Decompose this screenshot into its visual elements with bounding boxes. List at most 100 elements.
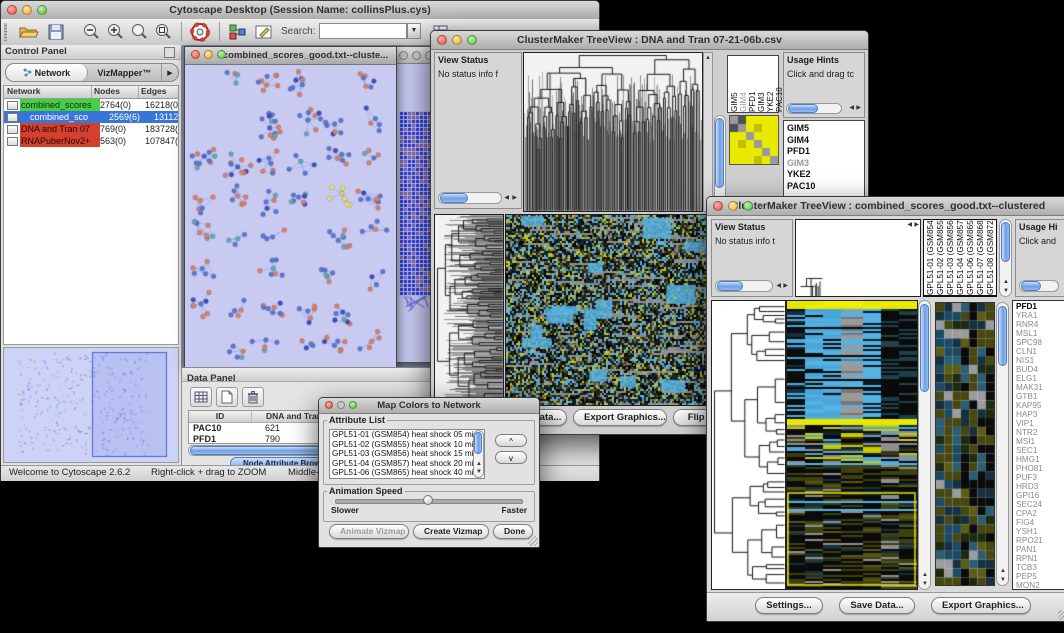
tv2-labels-vscrollbar[interactable]: ▲ ▼	[999, 219, 1012, 297]
search-input[interactable]	[319, 23, 407, 39]
tv1-gene-label[interactable]: GIM3	[787, 158, 864, 170]
tv2-gene-label[interactable]: PFD1	[1016, 302, 1064, 311]
tv2-hints-hscrollbar[interactable]	[1019, 280, 1059, 292]
tv2-gene-label[interactable]: CPA2	[1016, 509, 1064, 518]
close-button[interactable]	[191, 50, 200, 59]
tv2-gene-label[interactable]: VIP1	[1016, 419, 1064, 428]
save-icon[interactable]	[45, 22, 67, 42]
minimize-button[interactable]	[728, 201, 738, 211]
scroll-up-icon[interactable]: ▲	[1003, 279, 1009, 285]
network-table-row[interactable]: combined_scores 2764(0) 16218(0)	[4, 99, 178, 111]
tv2-gene-label[interactable]: ELG1	[1016, 374, 1064, 383]
zoom-button[interactable]	[349, 401, 357, 409]
tv1-correlation-matrix[interactable]	[729, 115, 779, 165]
attribute-list-item[interactable]: GPL51-07 (GSM868) heat shock 60 min	[330, 478, 484, 480]
tv2-gene-label[interactable]: PAN1	[1016, 545, 1064, 554]
tv1-column-label[interactable]: GIM5	[730, 56, 739, 112]
attribute-list-item[interactable]: GPL51-01 (GSM854) heat shock 05 min	[330, 430, 484, 440]
tv2-gene-label[interactable]: NTR2	[1016, 428, 1064, 437]
tv1-column-label[interactable]: GIM3	[757, 56, 766, 112]
tv1-row-dendrogram[interactable]	[434, 214, 504, 406]
col-header-network[interactable]: Network	[4, 86, 92, 98]
zoom-button[interactable]	[743, 201, 753, 211]
tv2-gene-label[interactable]: HRD3	[1016, 482, 1064, 491]
tv2-zoom-vscrollbar[interactable]: ▲ ▼	[996, 302, 1009, 586]
network-view-1-canvas[interactable]	[185, 65, 394, 368]
new-attribute-button[interactable]	[216, 387, 238, 407]
tv2-gene-label[interactable]: GTB1	[1016, 392, 1064, 401]
tv2-gene-label[interactable]: BUD4	[1016, 365, 1064, 374]
network-table-row[interactable]: RNAPuberNov2+ 563(0) 107847(0)	[4, 135, 178, 147]
tv1-column-dendrogram[interactable]	[523, 52, 703, 212]
tv2-gene-label[interactable]: YSH1	[1016, 527, 1064, 536]
attribute-listbox[interactable]: GPL51-01 (GSM854) heat shock 05 minGPL51…	[329, 429, 485, 479]
scroll-left-icon[interactable]: ◀	[776, 283, 781, 289]
open-file-icon[interactable]	[17, 22, 39, 42]
resize-grip[interactable]	[528, 536, 538, 546]
attribute-list-item[interactable]: GPL51-02 (GSM855) heat shock 10 min	[330, 440, 484, 450]
zoom-fit-icon[interactable]	[129, 22, 149, 42]
network-table-row[interactable]: DNA and Tran 07 769(0) 183728(0)	[4, 123, 178, 135]
network-overview-thumbnail[interactable]	[4, 348, 178, 462]
scroll-right-icon[interactable]: ▶	[914, 222, 919, 228]
col-header-nodes[interactable]: Nodes	[92, 86, 139, 98]
tv2-column-label[interactable]: GPL51-07 (GSM868)	[976, 222, 986, 295]
close-button[interactable]	[7, 5, 17, 15]
tv2-gene-label[interactable]: RPN1	[1016, 554, 1064, 563]
attribute-list-vscrollbar[interactable]: ▲ ▼	[473, 430, 484, 478]
minimize-button[interactable]	[452, 35, 462, 45]
attribute-table-button[interactable]	[190, 387, 212, 407]
delete-attribute-button[interactable]	[242, 387, 264, 407]
tv2-gene-label[interactable]: PHO81	[1016, 464, 1064, 473]
help-lifesaver-icon[interactable]	[189, 22, 211, 42]
tv1-column-label[interactable]: GIM4	[739, 56, 748, 112]
tv2-gene-label[interactable]: PEP5	[1016, 572, 1064, 581]
zoom-button[interactable]	[37, 5, 47, 15]
tv2-gene-label[interactable]: NIS1	[1016, 356, 1064, 365]
minimize-button[interactable]	[412, 51, 421, 60]
dialog-titlebar[interactable]: Map Colors to Network	[319, 398, 539, 414]
tv2-heatmap[interactable]	[786, 300, 918, 590]
tv2-gene-label[interactable]: FIG4	[1016, 518, 1064, 527]
scroll-right-icon[interactable]: ▶	[512, 195, 517, 201]
tv2-gene-label[interactable]: YRA1	[1016, 311, 1064, 320]
annotation-icon[interactable]	[253, 22, 275, 42]
zoom-button[interactable]	[217, 50, 226, 59]
move-up-button[interactable]: ^	[495, 434, 527, 447]
tab-overflow-arrow[interactable]: ▶	[161, 64, 178, 81]
tv1-gene-label[interactable]: GIM4	[787, 135, 864, 147]
attribute-list-item[interactable]: GPL51-03 (GSM856) heat shock 15 min	[330, 449, 484, 459]
tv2-settings-button[interactable]: Settings...	[755, 597, 823, 614]
col-header-edges[interactable]: Edges	[139, 86, 178, 98]
tv2-column-label[interactable]: GPL51-06 (GSM865)	[966, 222, 976, 295]
resize-grip[interactable]	[1058, 610, 1064, 620]
network-window-1-titlebar[interactable]: combined_scores_good.txt--cluste...	[185, 47, 396, 65]
tv2-column-label[interactable]: GPL51-02 (GSM855)	[936, 222, 946, 295]
scroll-left-icon[interactable]: ◀	[504, 195, 509, 201]
tab-network[interactable]: Network	[6, 64, 88, 81]
scroll-down-icon[interactable]: ▼	[1000, 577, 1006, 583]
tv2-row-dendrogram[interactable]	[711, 300, 786, 590]
scroll-up-icon[interactable]: ▲	[922, 572, 928, 578]
tv2-gene-label[interactable]: SEC1	[1016, 446, 1064, 455]
close-button[interactable]	[437, 35, 447, 45]
scroll-up-icon[interactable]: ▲	[705, 55, 711, 61]
tv2-gene-label[interactable]: SPC98	[1016, 338, 1064, 347]
tv2-gene-label[interactable]: MSI1	[1016, 437, 1064, 446]
zoom-selected-icon[interactable]	[153, 22, 173, 42]
tv2-gene-label[interactable]: MSL1	[1016, 329, 1064, 338]
tv2-gene-label[interactable]: TCB3	[1016, 563, 1064, 572]
search-dropdown-arrow-icon[interactable]: ▼	[407, 23, 421, 39]
minimize-button[interactable]	[337, 401, 345, 409]
tv1-gene-label[interactable]: PFD1	[787, 146, 864, 158]
tv2-zoom-heatmap[interactable]	[935, 302, 995, 586]
tv1-heatmap[interactable]	[505, 214, 711, 406]
move-down-button[interactable]: v	[495, 451, 527, 464]
network-node-icon[interactable]	[227, 22, 249, 42]
tv2-gene-label[interactable]: HAP3	[1016, 410, 1064, 419]
tv2-status-hscrollbar[interactable]	[715, 280, 773, 292]
tv2-gene-label[interactable]: GPI16	[1016, 491, 1064, 500]
tv1-gene-label[interactable]: GIM5	[787, 123, 864, 135]
tv2-gene-label[interactable]: SEC24	[1016, 500, 1064, 509]
close-button[interactable]	[325, 401, 333, 409]
